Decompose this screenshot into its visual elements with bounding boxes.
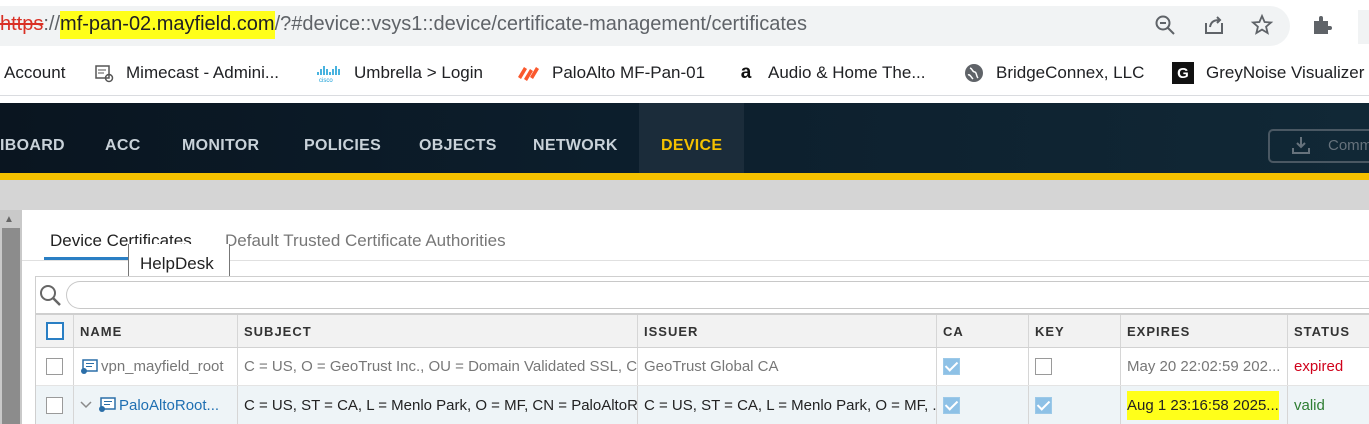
certificates-table: NAME SUBJECT ISSUER CA KEY EXPIRES STATU… [35,314,1369,424]
nav-network[interactable]: NETWORK [533,103,618,173]
nav-dashboard[interactable]: IBOARD [0,103,65,173]
nav-objects[interactable]: OBJECTS [419,103,497,173]
url-separator: :// [43,13,61,35]
download-icon [1290,135,1312,157]
key-cell [1029,386,1121,424]
star-icon[interactable] [1250,13,1274,37]
nav-accent-bar [0,173,1369,180]
row-checkbox[interactable] [46,358,63,375]
status-badge: expired [1294,358,1344,375]
status-badge: valid [1294,396,1325,414]
tab-default-trusted-cas[interactable]: Default Trusted Certificate Authorities [225,231,506,251]
subject-cell: C = US, ST = CA, L = Menlo Park, O = MF,… [238,386,638,424]
key-cell [1029,348,1121,385]
nav-acc[interactable]: ACC [105,103,141,173]
ca-checkbox [943,358,960,375]
certificate-icon [98,397,116,413]
column-header-key[interactable]: KEY [1029,315,1121,347]
scroll-thumb[interactable] [2,228,20,424]
nav-monitor[interactable]: MONITOR [182,103,259,173]
key-checkbox [1035,358,1052,375]
bookmark-label: Umbrella > Login [354,63,483,82]
bookmark-bridgeconnex[interactable]: BridgeConnex, LLC [964,62,1144,84]
name-cell: PaloAltoRoot... [74,386,238,424]
key-checkbox [1035,396,1052,414]
row-checkbox[interactable] [46,396,63,414]
amazon-icon: a [740,62,752,83]
cisco-icon: cisco [316,63,342,83]
bookmark-greynoise[interactable]: G GreyNoise Visualizer [1172,62,1364,84]
zoom-icon[interactable] [1153,13,1177,37]
scroll-up-icon[interactable]: ▲ [4,214,14,225]
address-bar: https://mf-pan-02.mayfield.com/?#device:… [0,0,1369,50]
svg-text:cisco: cisco [319,78,333,83]
select-all-checkbox[interactable] [45,322,64,340]
nav-policies[interactable]: POLICIES [304,103,381,173]
ca-cell [937,386,1029,424]
expires-cell: Aug 1 23:16:58 2025... [1121,386,1288,424]
url-scheme: https [0,13,44,35]
window-edge [1358,10,1369,44]
certificate-name[interactable]: vpn_mayfield_root [101,358,224,375]
column-header-expires[interactable]: EXPIRES [1121,315,1288,347]
issuer-cell: GeoTrust Global CA [638,348,937,385]
toolbar-band [0,180,1369,210]
bookmark-label: GreyNoise Visualizer [1206,63,1365,82]
row-select-cell [36,348,74,385]
bookmark-label: Audio & Home The... [768,63,926,82]
bookmark-umbrella[interactable]: cisco Umbrella > Login [316,62,483,84]
url-path: /?#device::vsys1::device/certificate-man… [274,13,808,35]
greynoise-icon: G [1172,62,1194,84]
share-icon[interactable] [1202,13,1226,37]
table-header: NAME SUBJECT ISSUER CA KEY EXPIRES STATU… [36,315,1369,348]
name-cell: vpn_mayfield_root [74,348,238,385]
search-bar [35,276,1369,314]
expires-cell: May 20 22:02:59 202... [1121,348,1288,385]
url-host: mf-pan-02.mayfield.com [60,11,275,39]
ca-checkbox [943,396,960,414]
commit-label: Commit [1328,137,1369,154]
certificate-name[interactable]: PaloAltoRoot... [119,397,219,414]
extensions-icon[interactable] [1310,13,1334,37]
top-nav: IBOARD ACC MONITOR POLICIES OBJECTS NETW… [0,103,1369,173]
table-row[interactable]: vpn_mayfield_root C = US, O = GeoTrust I… [36,348,1369,386]
bookmark-amazon[interactable]: a Audio & Home The... [736,62,926,84]
mimecast-icon [94,63,114,83]
bookmark-mimecast[interactable]: Mimecast - Admini... [94,62,279,84]
bookmark-label: PaloAlto MF-Pan-01 [552,63,706,82]
globe-icon [964,63,984,83]
bookmark-account[interactable]: Account [4,62,65,84]
search-icon[interactable] [38,283,64,309]
ca-cell [937,348,1029,385]
url-text[interactable]: https://mf-pan-02.mayfield.com/?#device:… [0,11,808,39]
bookmark-label: Account [4,63,66,82]
row-select-cell [36,386,74,424]
bookmark-label: Mimecast - Admini... [126,63,280,82]
paloalto-icon [516,63,540,83]
issuer-cell: C = US, ST = CA, L = Menlo Park, O = MF,… [638,386,937,424]
table-row[interactable]: PaloAltoRoot... C = US, ST = CA, L = Men… [36,386,1369,424]
select-all-cell [36,315,74,347]
bookmark-label: BridgeConnex, LLC [996,63,1145,82]
bookmarks-bar: Account Mimecast - Admini... cisco Umbre… [0,50,1369,96]
chevron-down-icon[interactable] [80,398,92,413]
expires-value-highlighted: Aug 1 23:16:58 2025... [1127,390,1279,420]
certificate-icon [80,358,98,375]
bookmark-paloalto[interactable]: PaloAlto MF-Pan-01 [516,62,705,84]
subject-cell: C = US, O = GeoTrust Inc., OU = Domain V… [238,348,638,385]
column-header-subject[interactable]: SUBJECT [238,315,638,347]
left-scrollbar[interactable]: ▲ [0,210,22,424]
column-header-name[interactable]: NAME [74,315,238,347]
search-input[interactable] [66,281,1369,309]
commit-button[interactable]: Commit [1268,129,1369,163]
certificates-panel: Device Certificates Default Trusted Cert… [22,210,1369,424]
column-header-issuer[interactable]: ISSUER [638,315,937,347]
column-header-ca[interactable]: CA [937,315,1029,347]
nav-device[interactable]: DEVICE [639,103,745,173]
column-header-status[interactable]: STATUS [1288,315,1369,347]
